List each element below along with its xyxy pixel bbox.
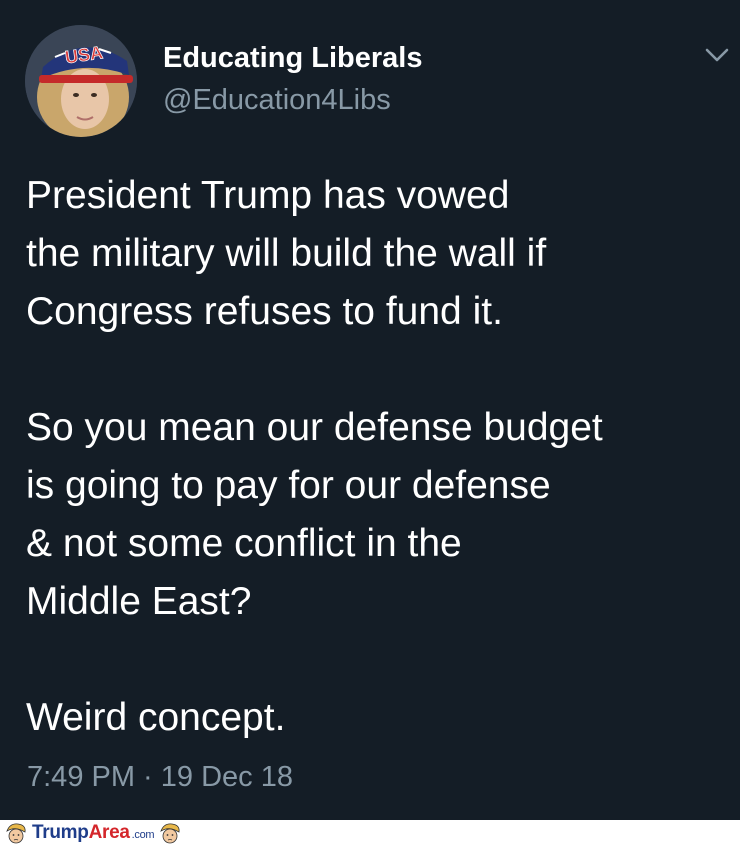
- tweet-text-line: & not some conflict in the: [26, 522, 462, 565]
- logo-trump-text: Trump: [32, 822, 89, 843]
- tweet-text-line: Congress refuses to fund it.: [26, 290, 503, 333]
- site-logo: TrumpArea .com: [4, 821, 182, 845]
- display-name[interactable]: Educating Liberals: [163, 42, 422, 75]
- tweet-text-line: is going to pay for our defense: [26, 464, 551, 507]
- chevron-down-icon[interactable]: [702, 44, 732, 66]
- tweet-text-line: Middle East?: [26, 580, 252, 623]
- watermark-footer: TrumpArea .com: [0, 820, 740, 845]
- timestamp[interactable]: 7:49 PM · 19 Dec 18: [27, 761, 293, 794]
- tweet-text-line: Weird concept.: [26, 696, 286, 739]
- tweet-text-line: So you mean our defense budget: [26, 406, 603, 449]
- site-logo-text: TrumpArea .com: [32, 822, 155, 844]
- tweet-text-line: the military will build the wall if: [26, 232, 547, 275]
- logo-area-text: Area: [88, 822, 130, 843]
- avatar[interactable]: USA: [25, 25, 137, 137]
- trump-face-icon: [158, 821, 182, 845]
- trump-face-icon: [4, 821, 28, 845]
- logo-com-text: .com: [131, 829, 155, 841]
- avatar-image: USA: [25, 25, 137, 137]
- handle[interactable]: @Education4Libs: [163, 84, 391, 117]
- tweet-text-line: President Trump has vowed: [26, 174, 510, 217]
- tweet-card: USA Educating Liberals @Education4Libs P…: [0, 0, 740, 820]
